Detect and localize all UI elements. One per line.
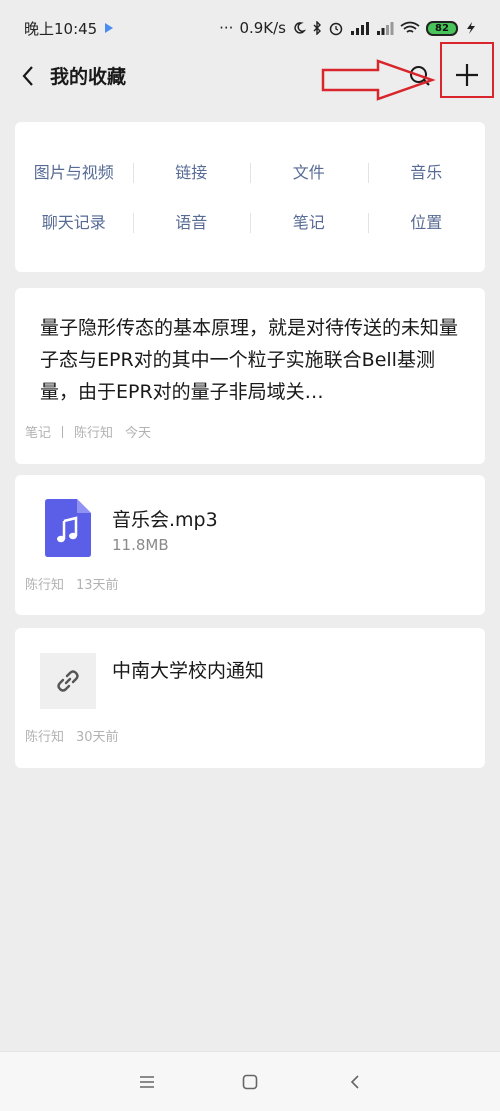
signal-hd-icon: [351, 22, 369, 35]
category-row: 图片与视频 链接 文件 音乐: [15, 160, 485, 186]
link-meta: 陈行知 30天前: [25, 726, 119, 745]
link-time: 30天前: [76, 730, 119, 745]
bluetooth-icon: [313, 21, 321, 35]
battery-icon: 82: [426, 20, 458, 36]
category-music[interactable]: 音乐: [367, 160, 486, 186]
file-name: 音乐会.mp3: [112, 509, 218, 531]
favorite-item-link[interactable]: 中南大学校内通知: [15, 628, 485, 768]
status-time: 晚上10:45: [24, 19, 98, 38]
link-icon: [57, 670, 79, 692]
annotation-highlight-box: [440, 42, 494, 98]
link-author: 陈行知: [25, 730, 65, 745]
category-links[interactable]: 链接: [132, 160, 251, 186]
link-title: 中南大学校内通知: [112, 660, 265, 682]
note-time: 今天: [125, 426, 152, 441]
more-dots-icon: ···: [219, 19, 234, 37]
note-text: 量子隐形传态的基本原理，就是对待传送的未知量子态与EPR对的其中一个粒子实施联合…: [40, 317, 459, 403]
back-triangle-icon: [350, 1075, 359, 1089]
home-button[interactable]: [237, 1069, 263, 1095]
meta-divider: [62, 425, 64, 438]
file-size: 11.8MB: [112, 536, 169, 554]
link-thumbnail: [40, 653, 96, 709]
menu-icon: [140, 1076, 154, 1088]
category-notes[interactable]: 笔记: [250, 210, 368, 236]
alarm-icon: [329, 22, 343, 36]
system-nav-bar: [0, 1051, 500, 1111]
category-chat-history[interactable]: 聊天记录: [15, 210, 133, 236]
category-location[interactable]: 位置: [367, 210, 486, 236]
note-type-label: 笔记: [25, 426, 52, 441]
category-files[interactable]: 文件: [250, 160, 368, 186]
back-button[interactable]: [14, 60, 42, 92]
signal-icon: [377, 22, 394, 35]
menu-button[interactable]: [134, 1069, 160, 1095]
system-back-button[interactable]: [342, 1069, 368, 1095]
note-author: 陈行知: [74, 426, 114, 441]
category-card: 图片与视频 链接 文件 音乐 聊天记录 语音 笔记 位置: [15, 122, 485, 272]
annotation-arrow: [321, 59, 436, 101]
chevron-left-icon: [22, 66, 33, 86]
play-store-icon: [105, 23, 114, 33]
charging-icon: [467, 22, 475, 34]
category-voice[interactable]: 语音: [132, 210, 251, 236]
favorite-item-file[interactable]: 音乐会.mp3 11.8MB: [15, 475, 485, 615]
file-author: 陈行知: [25, 578, 65, 593]
network-speed: 0.9K/s: [239, 19, 286, 37]
wifi-icon: [400, 21, 420, 33]
status-bar: 晚上10:45 ··· 0.9K/s 82: [0, 0, 500, 56]
file-time: 13天前: [76, 578, 119, 593]
note-meta: 笔记 陈行知 今天: [25, 422, 151, 441]
category-row: 聊天记录 语音 笔记 位置: [15, 210, 485, 236]
page-title: 我的收藏: [50, 66, 127, 88]
music-file-icon: [45, 499, 91, 557]
file-meta: 陈行知 13天前: [25, 574, 119, 593]
moon-icon: [294, 22, 306, 34]
home-square-icon: [242, 1074, 258, 1090]
category-photos-videos[interactable]: 图片与视频: [15, 160, 133, 186]
